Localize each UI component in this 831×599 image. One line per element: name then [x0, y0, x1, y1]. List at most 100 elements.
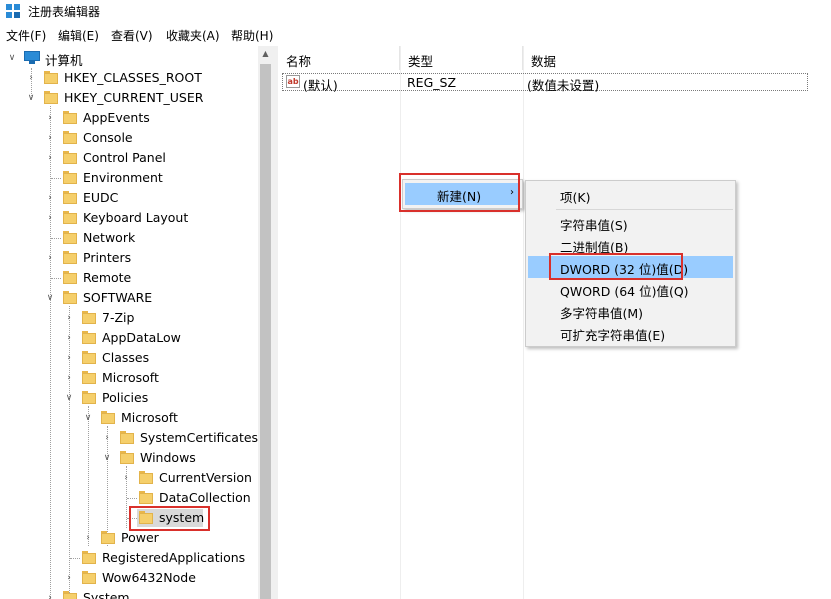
menu-item-string-value[interactable]: 字符串值(S) [528, 212, 733, 234]
tree-node-hkey-classes-root[interactable]: › HKEY_CLASSES_ROOT [0, 68, 258, 88]
chevron-down-icon[interactable]: ∨ [44, 292, 56, 304]
menu-item-multi-string-value[interactable]: 多字符串值(M) [528, 300, 733, 322]
string-value-icon: ab [286, 75, 300, 88]
menu-item-qword-value[interactable]: QWORD (64 位)值(Q) [528, 278, 733, 300]
tree-node-keyboard-layout[interactable]: › Keyboard Layout [0, 208, 258, 228]
folder-icon [120, 431, 134, 445]
folder-icon [63, 131, 77, 145]
tree-node-software[interactable]: ∨ SOFTWARE [0, 288, 258, 308]
context-menu: 新建(N) › [402, 179, 523, 209]
tree-node-remote[interactable]: Remote [0, 268, 258, 288]
tree-scrollbar[interactable]: ▲ [258, 46, 273, 599]
chevron-down-icon[interactable]: ∨ [82, 412, 94, 424]
chevron-right-icon[interactable]: › [44, 152, 56, 164]
folder-icon [63, 191, 77, 205]
menu-item-new[interactable]: 新建(N) › [405, 183, 520, 205]
tree-node-label: Control Panel [83, 150, 166, 165]
title-bar: 注册表编辑器 [0, 0, 831, 22]
chevron-right-icon[interactable]: › [25, 72, 37, 84]
chevron-right-icon[interactable]: › [44, 252, 56, 264]
chevron-down-icon[interactable]: ∨ [6, 52, 18, 64]
folder-icon [82, 391, 96, 405]
tree-node-power[interactable]: › Power [0, 528, 258, 548]
tree-node-policies[interactable]: ∨ Policies [0, 388, 258, 408]
folder-icon [63, 211, 77, 225]
folder-icon [63, 151, 77, 165]
tree-node-appdatalow[interactable]: › AppDataLow [0, 328, 258, 348]
table-row[interactable]: ab (默认) REG_SZ (数值未设置) [282, 73, 808, 93]
chevron-right-icon[interactable]: › [120, 472, 132, 484]
menu-help[interactable]: 帮助(H) [231, 27, 273, 44]
chevron-right-icon[interactable]: › [44, 592, 56, 599]
tree-node-label: HKEY_CURRENT_USER [64, 90, 204, 105]
folder-icon [82, 571, 96, 585]
chevron-right-icon[interactable]: › [44, 132, 56, 144]
tree-node-datacollection[interactable]: DataCollection [0, 488, 258, 508]
tree-node-systemcertificates[interactable]: › SystemCertificates [0, 428, 258, 448]
menu-item-binary-value[interactable]: 二进制值(B) [528, 234, 733, 256]
tree-node-currentversion[interactable]: › CurrentVersion [0, 468, 258, 488]
tree-node-eudc[interactable]: › EUDC [0, 188, 258, 208]
chevron-right-icon[interactable]: › [44, 192, 56, 204]
tree-node-microsoft[interactable]: › Microsoft [0, 368, 258, 388]
menu-item-label: 可扩充字符串值(E) [560, 328, 666, 343]
chevron-right-icon[interactable]: › [101, 432, 113, 444]
tree-node-windows[interactable]: ∨ Windows [0, 448, 258, 468]
chevron-right-icon[interactable]: › [63, 572, 75, 584]
tree-node-printers[interactable]: › Printers [0, 248, 258, 268]
tree-node-label: 7-Zip [102, 310, 135, 325]
menu-favorites[interactable]: 收藏夹(A) [166, 27, 220, 44]
menu-item-label: DWORD (32 位)值(D) [560, 262, 689, 277]
window-title: 注册表编辑器 [28, 5, 101, 19]
tree-node-policies-microsoft[interactable]: ∨ Microsoft [0, 408, 258, 428]
folder-icon [63, 231, 77, 245]
tree-node-label: Wow6432Node [102, 570, 196, 585]
menu-file[interactable]: 文件(F) [6, 27, 46, 44]
tree-node-hkey-current-user[interactable]: ∨ HKEY_CURRENT_USER [0, 88, 258, 108]
menu-item-key[interactable]: 项(K) [528, 184, 733, 206]
scroll-up-arrow-icon[interactable]: ▲ [258, 46, 273, 61]
chevron-right-icon[interactable]: › [82, 532, 94, 544]
tree-node-console[interactable]: › Console [0, 128, 258, 148]
value-data: (数值未设置) [527, 78, 600, 93]
registry-tree[interactable]: ∨ 计算机 › HKEY_CLASSES_ROOT ∨ HKEY_CURRENT… [0, 46, 273, 599]
tree-node-label: Windows [140, 450, 196, 465]
tree-node-network[interactable]: Network [0, 228, 258, 248]
chevron-right-icon[interactable]: › [44, 212, 56, 224]
tree-node-system-root[interactable]: › System [0, 588, 258, 599]
folder-icon [44, 71, 58, 85]
column-header-name[interactable]: 名称 [278, 46, 400, 70]
tree-node-computer[interactable]: ∨ 计算机 [0, 48, 258, 68]
menu-edit[interactable]: 编辑(E) [58, 27, 99, 44]
scrollbar-thumb[interactable] [260, 64, 271, 599]
tree-node-label: RegisteredApplications [102, 550, 246, 565]
chevron-right-icon[interactable]: › [63, 372, 75, 384]
menu-item-label: 新建(N) [437, 189, 482, 204]
menu-bar: 文件(F) 编辑(E) 查看(V) 收藏夹(A) 帮助(H) [0, 25, 831, 45]
folder-icon [82, 311, 96, 325]
new-submenu: 项(K) 字符串值(S) 二进制值(B) DWORD (32 位)值(D) QW… [525, 180, 736, 347]
menu-item-expandable-string-value[interactable]: 可扩充字符串值(E) [528, 322, 733, 344]
chevron-down-icon[interactable]: ∨ [63, 392, 75, 404]
tree-node-wow6432node[interactable]: › Wow6432Node [0, 568, 258, 588]
tree-node-label: Microsoft [121, 410, 178, 425]
chevron-right-icon[interactable]: › [63, 332, 75, 344]
column-header-type[interactable]: 类型 [400, 46, 523, 70]
tree-node-control-panel[interactable]: › Control Panel [0, 148, 258, 168]
tree-node-label: HKEY_CLASSES_ROOT [64, 70, 202, 85]
chevron-right-icon[interactable]: › [63, 312, 75, 324]
chevron-down-icon[interactable]: ∨ [101, 452, 113, 464]
tree-node-environment[interactable]: Environment [0, 168, 258, 188]
chevron-right-icon[interactable]: › [63, 352, 75, 364]
chevron-right-icon[interactable]: › [44, 112, 56, 124]
tree-node-registeredapplications[interactable]: RegisteredApplications [0, 548, 258, 568]
tree-node-classes[interactable]: › Classes [0, 348, 258, 368]
column-header-data[interactable]: 数据 [523, 46, 831, 70]
chevron-down-icon[interactable]: ∨ [25, 92, 37, 104]
menu-item-dword-value[interactable]: DWORD (32 位)值(D) [528, 256, 733, 278]
menu-view[interactable]: 查看(V) [111, 27, 153, 44]
tree-node-7zip[interactable]: › 7-Zip [0, 308, 258, 328]
tree-node-appevents[interactable]: › AppEvents [0, 108, 258, 128]
tree-node-label: EUDC [83, 190, 119, 205]
folder-icon [82, 371, 96, 385]
